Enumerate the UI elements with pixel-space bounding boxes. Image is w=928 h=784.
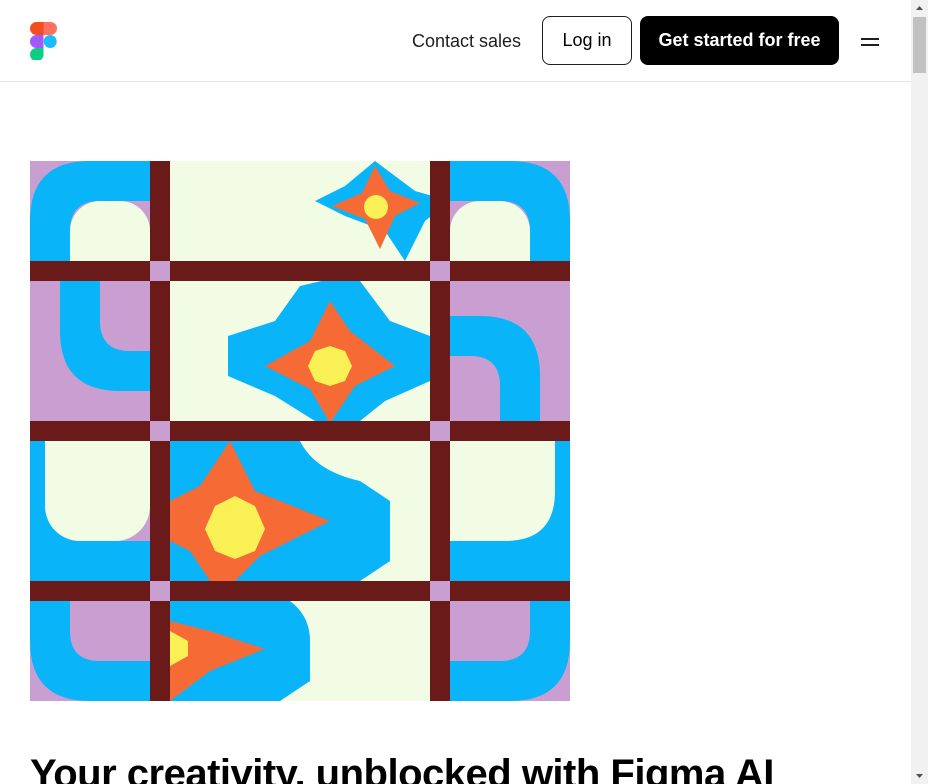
login-button[interactable]: Log in [542,16,632,65]
hamburger-menu-icon[interactable] [858,30,884,52]
figma-logo-icon[interactable] [30,22,57,60]
vertical-scrollbar[interactable] [911,0,928,784]
scrollbar-thumb[interactable] [913,17,926,73]
hero-illustration [30,161,570,701]
get-started-button[interactable]: Get started for free [640,16,839,65]
contact-sales-link[interactable]: Contact sales [412,30,521,52]
hero-headline: Your creativity, unblocked with Figma AI [30,752,774,784]
scroll-down-arrow-icon[interactable] [911,767,928,784]
site-header: Contact sales Log in Get started for fre… [0,0,911,82]
scroll-up-arrow-icon[interactable] [911,0,928,17]
